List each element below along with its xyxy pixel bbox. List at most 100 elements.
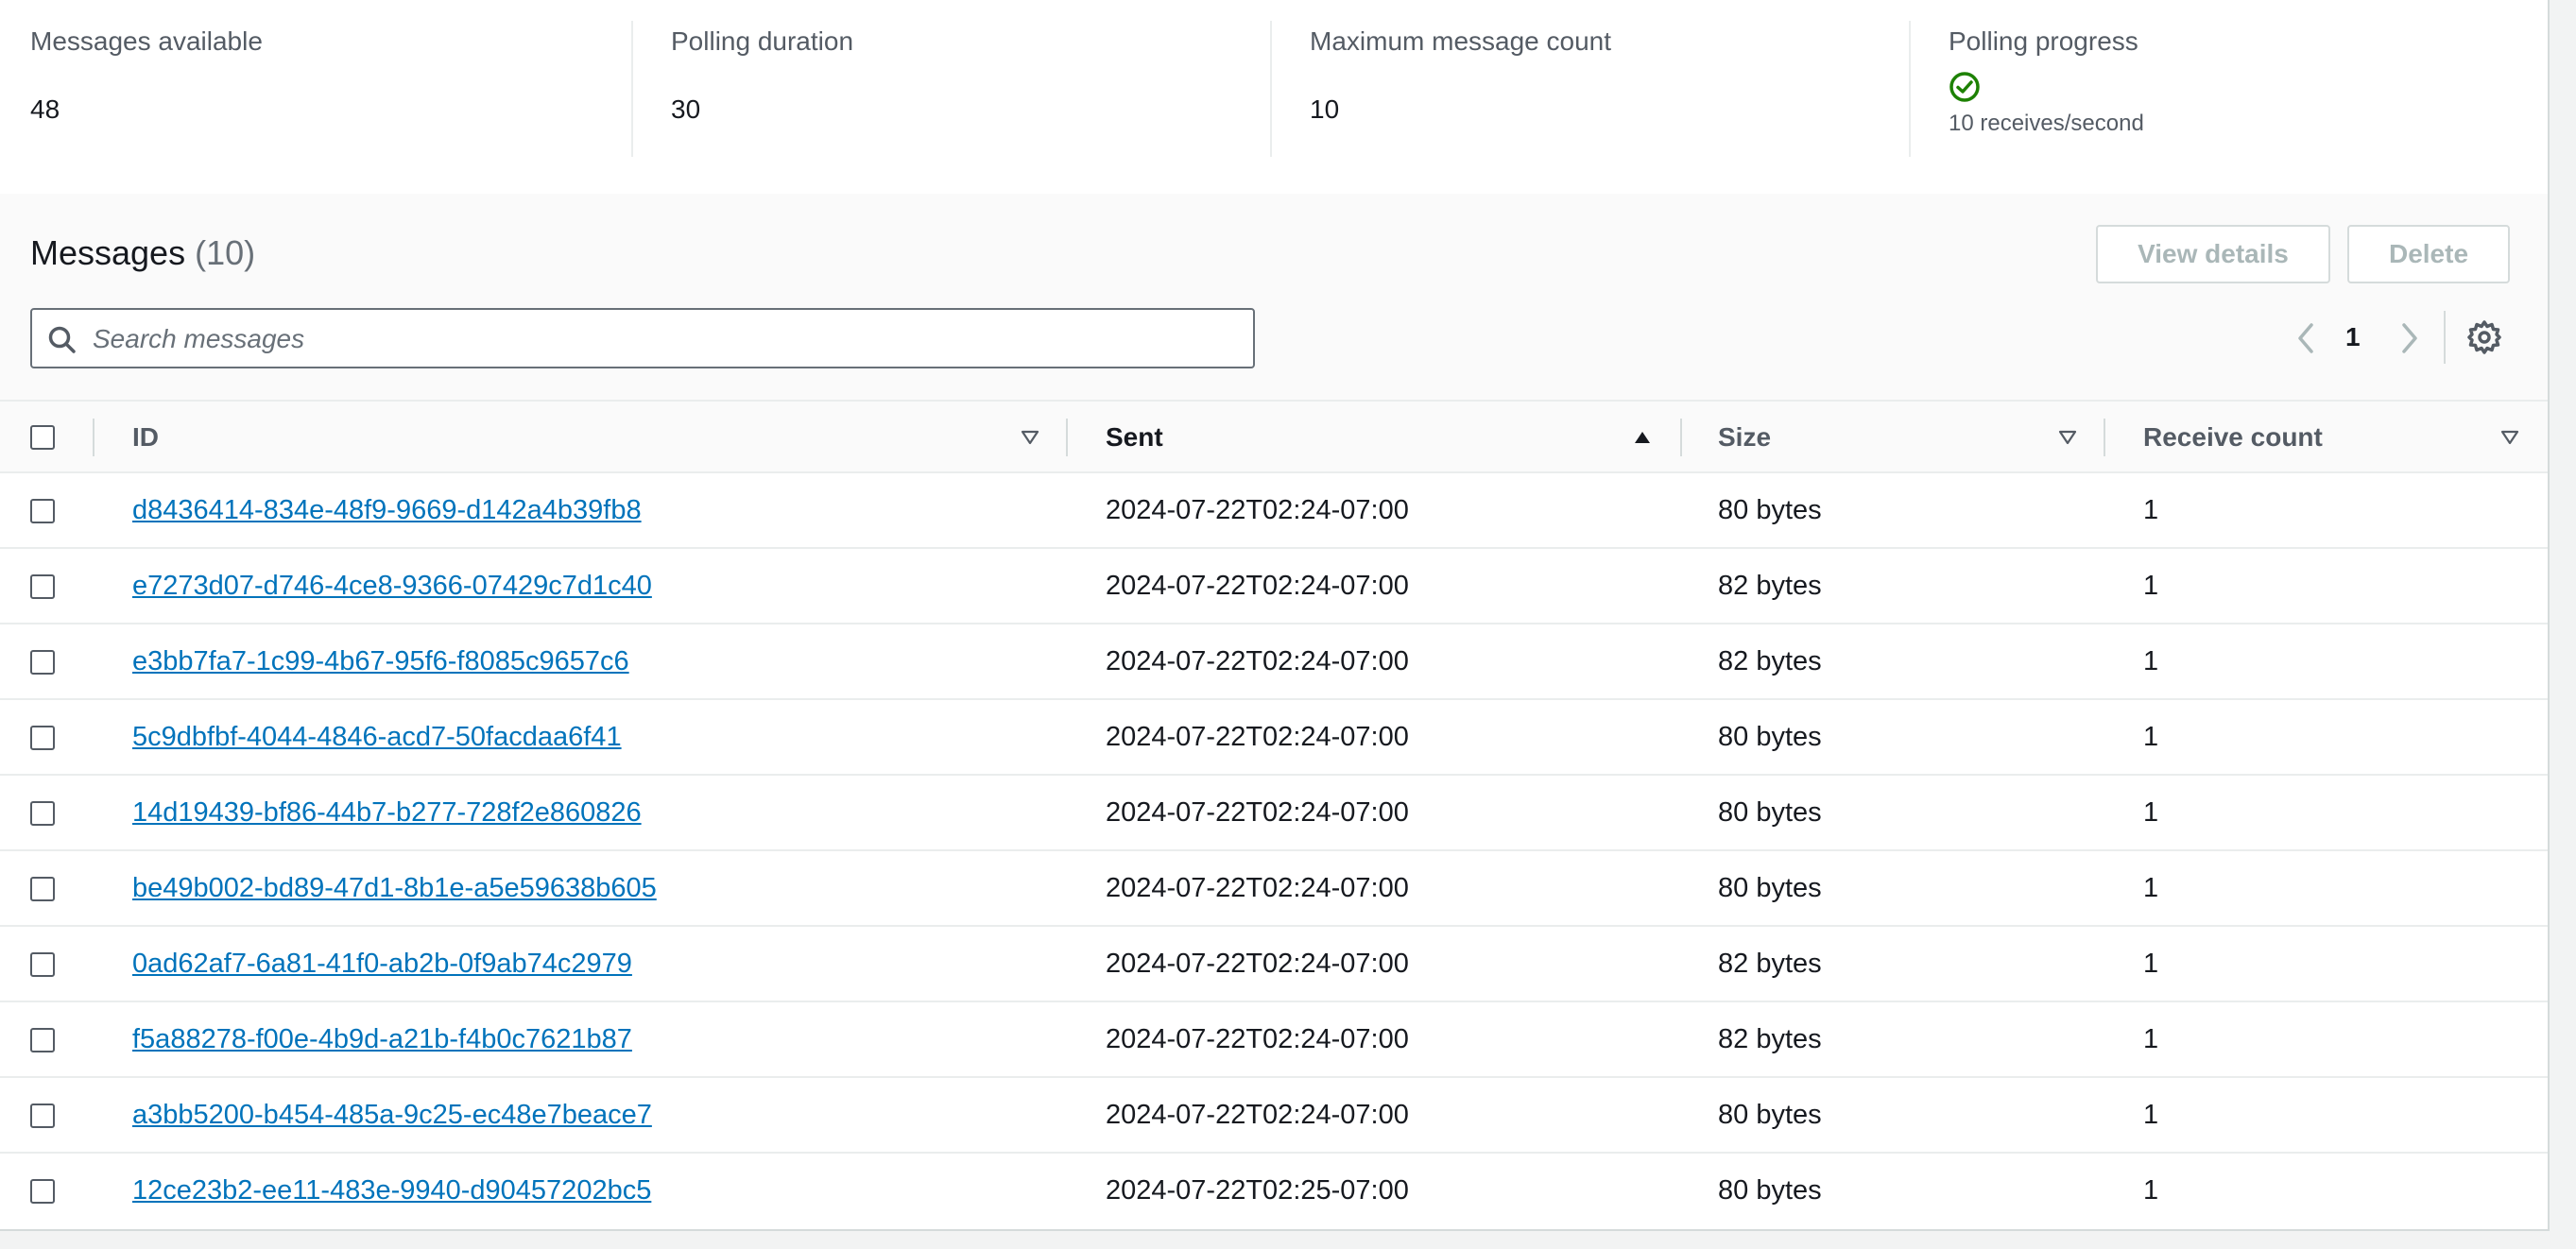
message-id-link[interactable]: 14d19439-bf86-44b7-b277-728f2e860826 <box>132 797 642 829</box>
row-checkbox[interactable] <box>30 952 55 977</box>
row-checkbox[interactable] <box>30 574 55 599</box>
sort-unsorted-icon[interactable] <box>2058 428 2077 447</box>
row-checkbox[interactable] <box>30 499 55 523</box>
size-cell: 82 bytes <box>1718 948 1822 979</box>
search-box[interactable] <box>30 308 1255 368</box>
message-id-link[interactable]: f5a88278-f00e-4b9d-a21b-f4b0c7621b87 <box>132 1024 632 1055</box>
page-number[interactable]: 1 <box>2345 322 2361 352</box>
stat-label: Polling duration <box>671 26 854 56</box>
stat-divider <box>1909 21 1911 157</box>
pager-divider <box>2444 311 2446 364</box>
message-id-link[interactable]: e7273d07-d746-4ce8-9366-07429c7d1c40 <box>132 571 652 602</box>
column-divider <box>1680 419 1682 456</box>
size-cell: 80 bytes <box>1718 721 1822 752</box>
message-id-link[interactable]: 12ce23b2-ee11-483e-9940-d90457202bc5 <box>132 1175 651 1206</box>
stat-label: Messages available <box>30 26 263 56</box>
sort-unsorted-icon[interactable] <box>1021 428 1039 447</box>
size-cell: 80 bytes <box>1718 872 1822 903</box>
view-details-button[interactable]: View details <box>2096 225 2330 283</box>
stat-max-message-count: Maximum message count 10 <box>1279 0 1911 161</box>
receive-count-cell: 1 <box>2143 570 2159 601</box>
sent-cell: 2024-07-22T02:24-07:00 <box>1106 872 1409 903</box>
column-divider <box>1066 419 1068 456</box>
search-icon <box>48 326 76 353</box>
stat-divider <box>1270 21 1272 157</box>
size-cell: 82 bytes <box>1718 570 1822 601</box>
size-cell: 80 bytes <box>1718 494 1822 525</box>
size-cell: 80 bytes <box>1718 796 1822 828</box>
sent-cell: 2024-07-22T02:24-07:00 <box>1106 796 1409 828</box>
sent-cell: 2024-07-22T02:25-07:00 <box>1106 1174 1409 1206</box>
receive-count-cell: 1 <box>2143 1174 2159 1206</box>
table-row[interactable]: a3bb5200-b454-485a-9c25-ec48e7beace7 202… <box>0 1078 2548 1154</box>
table-header: ID Sent Size Receive count <box>0 400 2548 473</box>
messages-title: Messages (10) <box>30 233 255 273</box>
message-id-link[interactable]: be49b002-bd89-47d1-8b1e-a5e59638b605 <box>132 873 657 904</box>
row-checkbox[interactable] <box>30 650 55 675</box>
polling-summary: Messages available 48 Polling duration 3… <box>0 0 2548 194</box>
table-row[interactable]: 5c9dbfbf-4044-4846-acd7-50facdaa6f41 202… <box>0 700 2548 776</box>
table-row[interactable]: f5a88278-f00e-4b9d-a21b-f4b0c7621b87 202… <box>0 1002 2548 1078</box>
messages-header: Messages (10) View details Delete 1 <box>0 194 2548 400</box>
row-checkbox[interactable] <box>30 801 55 826</box>
receive-count-cell: 1 <box>2143 494 2159 525</box>
check-circle-icon <box>1949 72 1980 102</box>
select-all-checkbox[interactable] <box>30 425 55 450</box>
stat-label: Maximum message count <box>1310 26 1612 56</box>
message-id-link[interactable]: d8436414-834e-48f9-9669-d142a4b39fb8 <box>132 495 642 526</box>
stat-messages-available: Messages available 48 <box>0 0 633 161</box>
chevron-left-icon[interactable] <box>2293 319 2319 357</box>
receive-count-cell: 1 <box>2143 1023 2159 1054</box>
sent-cell: 2024-07-22T02:24-07:00 <box>1106 1099 1409 1130</box>
message-id-link[interactable]: e3bb7fa7-1c99-4b67-95f6-f8085c9657c6 <box>132 646 629 677</box>
table-row[interactable]: 14d19439-bf86-44b7-b277-728f2e860826 202… <box>0 776 2548 851</box>
column-header-receive-count[interactable]: Receive count <box>2143 402 2323 473</box>
sort-unsorted-icon[interactable] <box>2500 428 2519 447</box>
message-id-link[interactable]: a3bb5200-b454-485a-9c25-ec48e7beace7 <box>132 1100 652 1131</box>
messages-panel: Messages available 48 Polling duration 3… <box>0 0 2550 1231</box>
message-id-link[interactable]: 5c9dbfbf-4044-4846-acd7-50facdaa6f41 <box>132 722 622 753</box>
row-checkbox[interactable] <box>30 726 55 750</box>
receive-count-cell: 1 <box>2143 721 2159 752</box>
table-row[interactable]: d8436414-834e-48f9-9669-d142a4b39fb8 202… <box>0 473 2548 549</box>
receive-count-cell: 1 <box>2143 1099 2159 1130</box>
row-checkbox[interactable] <box>30 877 55 901</box>
table-row[interactable]: e3bb7fa7-1c99-4b67-95f6-f8085c9657c6 202… <box>0 624 2548 700</box>
column-header-size[interactable]: Size <box>1718 402 1771 473</box>
table-row[interactable]: 0ad62af7-6a81-41f0-ab2b-0f9ab74c2979 202… <box>0 927 2548 1002</box>
sent-cell: 2024-07-22T02:24-07:00 <box>1106 1023 1409 1054</box>
column-header-sent[interactable]: Sent <box>1106 402 1163 473</box>
size-cell: 82 bytes <box>1718 1023 1822 1054</box>
sort-ascending-icon[interactable] <box>1633 428 1652 447</box>
size-cell: 80 bytes <box>1718 1174 1822 1206</box>
stat-polling-duration: Polling duration 30 <box>641 0 1272 161</box>
messages-count: (10) <box>195 233 256 272</box>
receive-count-cell: 1 <box>2143 948 2159 979</box>
search-input[interactable] <box>91 319 1228 359</box>
row-checkbox[interactable] <box>30 1028 55 1052</box>
column-header-id[interactable]: ID <box>132 402 159 473</box>
receive-count-cell: 1 <box>2143 872 2159 903</box>
column-divider <box>2104 419 2105 456</box>
gear-icon[interactable] <box>2466 319 2502 355</box>
row-checkbox[interactable] <box>30 1179 55 1204</box>
row-checkbox[interactable] <box>30 1104 55 1128</box>
stat-divider <box>631 21 633 157</box>
sent-cell: 2024-07-22T02:24-07:00 <box>1106 948 1409 979</box>
polling-rate: 10 receives/second <box>1949 111 2144 136</box>
stat-label: Polling progress <box>1949 26 2138 56</box>
chevron-right-icon[interactable] <box>2396 319 2423 357</box>
message-id-link[interactable]: 0ad62af7-6a81-41f0-ab2b-0f9ab74c2979 <box>132 949 632 980</box>
table-row[interactable]: 12ce23b2-ee11-483e-9940-d90457202bc5 202… <box>0 1154 2548 1229</box>
table-row[interactable]: e7273d07-d746-4ce8-9366-07429c7d1c40 202… <box>0 549 2548 624</box>
sent-cell: 2024-07-22T02:24-07:00 <box>1106 570 1409 601</box>
receive-count-cell: 1 <box>2143 796 2159 828</box>
delete-button[interactable]: Delete <box>2347 225 2510 283</box>
column-divider <box>93 419 94 456</box>
sent-cell: 2024-07-22T02:24-07:00 <box>1106 494 1409 525</box>
receive-count-cell: 1 <box>2143 645 2159 676</box>
sent-cell: 2024-07-22T02:24-07:00 <box>1106 645 1409 676</box>
stat-value: 30 <box>671 94 701 124</box>
messages-title-text: Messages <box>30 233 186 272</box>
table-row[interactable]: be49b002-bd89-47d1-8b1e-a5e59638b605 202… <box>0 851 2548 927</box>
